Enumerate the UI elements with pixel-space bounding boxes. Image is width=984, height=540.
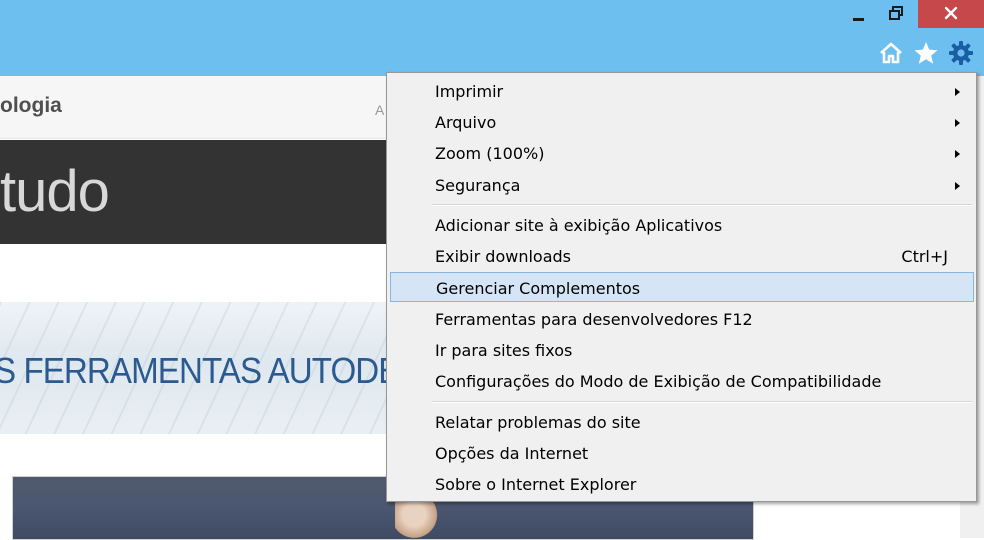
menu-item-label: Imprimir [435, 82, 504, 101]
gear-icon [948, 40, 974, 70]
submenu-arrow-icon [955, 150, 960, 159]
menu-item[interactable]: Gerenciar Complementos [390, 272, 974, 303]
minimize-button[interactable] [843, 0, 873, 28]
menu-item[interactable]: Opções da Internet [390, 438, 974, 468]
ad-banner[interactable]: S FERRAMENTAS AUTODESK [0, 302, 400, 434]
ad-banner-text: S FERRAMENTAS AUTODESK [0, 350, 400, 391]
menu-item[interactable]: Relatar problemas do site [390, 407, 974, 437]
menu-item-label: Ir para sites fixos [435, 340, 573, 360]
star-icon [913, 41, 939, 69]
menu-item[interactable]: Sobre o Internet Explorer [390, 469, 974, 499]
menu-item-label: Gerenciar Complementos [436, 279, 641, 299]
dark-banner-text: tudo [0, 159, 110, 224]
close-button[interactable] [918, 0, 984, 28]
minimize-icon [852, 8, 864, 21]
site-brand[interactable]: ologia [0, 94, 62, 118]
menu-item-label: Relatar problemas do site [435, 413, 641, 432]
menu-item-label: Zoom (100%) [435, 144, 545, 164]
menu-separator [432, 204, 972, 206]
menu-item[interactable]: Adicionar site à exibição Aplicativos [390, 210, 974, 240]
menu-item[interactable]: Exibir downloads Ctrl+J [390, 241, 974, 271]
submenu-arrow-icon [955, 88, 960, 96]
menu-item-label: Configurações do Modo de Exibição de Com… [435, 372, 882, 391]
submenu-arrow-icon [955, 119, 960, 128]
submenu-arrow-icon [955, 181, 960, 190]
menu-item-label: Sobre o Internet Explorer [435, 475, 637, 495]
menu-item[interactable]: Imprimir [390, 76, 974, 106]
photo-figure [395, 499, 443, 539]
menu-item[interactable]: Segurança [390, 170, 974, 200]
menu-item[interactable]: Arquivo [390, 107, 974, 137]
menu-item-label: Opções da Internet [435, 444, 589, 464]
site-nav-item[interactable]: A [375, 102, 384, 118]
menu-item[interactable]: Ferramentas para desenvolvedores F12 [390, 304, 974, 334]
menu-item-label: Ferramentas para desenvolvedores F12 [435, 309, 753, 329]
home-button[interactable] [876, 40, 906, 70]
home-icon [879, 42, 903, 68]
dark-banner: tudo [0, 140, 400, 244]
tools-menu: Imprimir Arquivo Zoom (100%) Segurança Adici… [386, 72, 977, 502]
menu-item[interactable]: Zoom (100%) [390, 138, 974, 168]
tools-button[interactable] [946, 40, 976, 70]
menu-item-label: Arquivo [435, 113, 497, 133]
menu-item-label: Exibir downloads [435, 247, 571, 267]
menu-separator [432, 401, 972, 403]
favorites-button[interactable] [911, 40, 941, 70]
menu-item-shortcut: Ctrl+J [901, 247, 948, 267]
close-icon [944, 5, 958, 24]
menu-item[interactable]: Ir para sites fixos [390, 335, 974, 365]
browser-titlebar [0, 0, 984, 76]
menu-item-label: Adicionar site à exibição Aplicativos [435, 216, 723, 235]
restore-button[interactable] [879, 0, 913, 28]
menu-item-label: Segurança [435, 175, 521, 195]
menu-item[interactable]: Configurações do Modo de Exibição de Com… [390, 366, 974, 396]
restore-icon [889, 5, 903, 24]
